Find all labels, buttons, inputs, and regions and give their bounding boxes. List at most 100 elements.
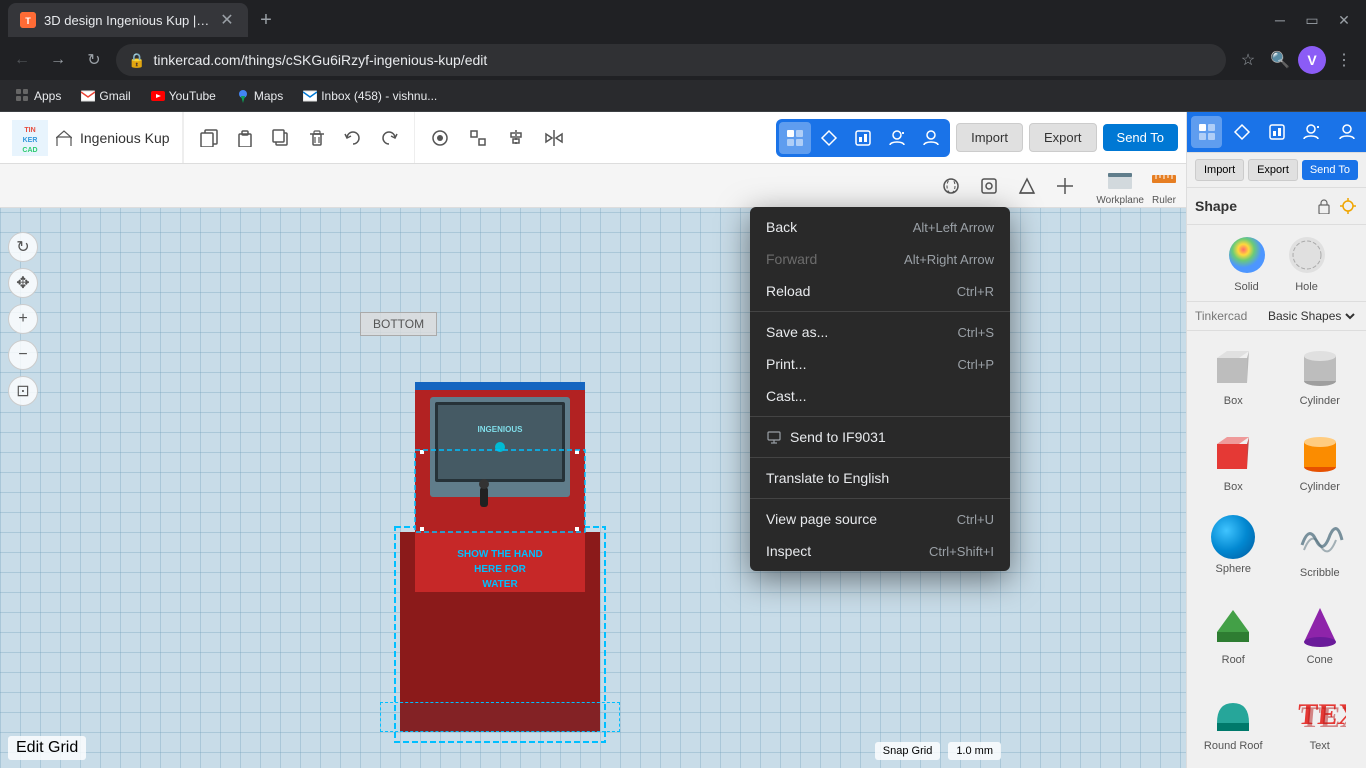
shape-item-round-roof[interactable]: Round Roof — [1191, 680, 1276, 764]
rp-grid-icon-svg — [1198, 123, 1216, 141]
minimize-button[interactable]: ─ — [1266, 6, 1294, 34]
rp-user-add-icon-svg — [1303, 123, 1321, 141]
close-window-button[interactable]: ✕ — [1330, 6, 1358, 34]
rp-sim-icon[interactable] — [1261, 116, 1292, 148]
import-button[interactable]: Import — [956, 123, 1023, 152]
scribble-icon — [1294, 515, 1346, 563]
shape-item-cylinder-orange[interactable]: Cylinder — [1278, 421, 1363, 505]
shape-cone-label: Cone — [1307, 654, 1333, 666]
ctx-save-as[interactable]: Save as... Ctrl+S — [750, 316, 1010, 348]
fit-button[interactable]: ⊡ — [8, 376, 38, 406]
panel-export-button[interactable]: Export — [1248, 159, 1298, 181]
shape-tool-3[interactable] — [1010, 169, 1044, 203]
bookmark-gmail[interactable]: Gmail — [73, 85, 138, 107]
user-manage-button[interactable] — [881, 122, 913, 154]
ctx-forward[interactable]: Forward Alt+Right Arrow — [750, 243, 1010, 275]
delete-button[interactable] — [300, 121, 334, 155]
box-red-icon — [1207, 429, 1259, 477]
shape-item-box-red[interactable]: Box — [1191, 421, 1276, 505]
panel-action-buttons: Import Export Send To — [1187, 153, 1366, 188]
zoom-in-button[interactable]: + — [8, 304, 38, 334]
ctx-send-to[interactable]: Send to IF9031 — [750, 421, 1010, 453]
lock-shape-button[interactable] — [1314, 196, 1334, 216]
ctx-reload[interactable]: Reload Ctrl+R — [750, 275, 1010, 307]
cone-icon — [1294, 602, 1346, 650]
tinkercad-header: TIN KER CAD Ingenious Kup — [0, 112, 1186, 164]
undo-button[interactable] — [336, 121, 370, 155]
grid-view-button[interactable] — [779, 122, 811, 154]
mirror-button[interactable] — [537, 121, 571, 155]
rp-grid-icon[interactable] — [1191, 116, 1222, 148]
shape-item-roof[interactable]: Roof — [1191, 594, 1276, 678]
rp-user-add-icon[interactable] — [1296, 116, 1327, 148]
light-button[interactable] — [1338, 196, 1358, 216]
ctx-view-source[interactable]: View page source Ctrl+U — [750, 503, 1010, 535]
roof-icon — [1207, 602, 1259, 650]
user-avatar[interactable]: V — [1298, 46, 1326, 74]
ctx-inspect[interactable]: Inspect Ctrl+Shift+I — [750, 535, 1010, 567]
ctx-back[interactable]: Back Alt+Left Arrow — [750, 211, 1010, 243]
reload-button[interactable]: ↻ — [80, 46, 108, 74]
ctx-cast[interactable]: Cast... — [750, 380, 1010, 412]
svg-text:INGENIOUS: INGENIOUS — [478, 425, 524, 434]
tab-close-button[interactable]: ✕ — [218, 11, 236, 29]
solid-type-button[interactable]: Solid — [1225, 233, 1269, 293]
shape-library-dropdown[interactable]: Basic Shapes — [1264, 308, 1358, 324]
forward-button[interactable]: → — [44, 46, 72, 74]
panel-send-to-button[interactable]: Send To — [1302, 160, 1358, 180]
active-tab[interactable]: T 3D design Ingenious Kup | Tinker... ✕ — [8, 3, 248, 37]
shape-tool-1[interactable] — [934, 169, 968, 203]
align-button[interactable] — [499, 121, 533, 155]
shape-tool-2[interactable] — [972, 169, 1006, 203]
search-button[interactable]: 🔍 — [1266, 46, 1294, 74]
shape-item-cone[interactable]: Cone — [1278, 594, 1363, 678]
send-to-button[interactable]: Send To — [1103, 124, 1178, 151]
ruler-button[interactable]: Ruler — [1150, 165, 1178, 206]
hole-type-button[interactable]: Hole — [1285, 233, 1329, 293]
transform-button[interactable] — [813, 122, 845, 154]
new-tab-button[interactable]: + — [252, 6, 280, 34]
rp-user-icon[interactable] — [1331, 116, 1362, 148]
ctx-translate[interactable]: Translate to English — [750, 462, 1010, 494]
bookmark-maps[interactable]: Maps — [228, 85, 291, 107]
project-name: Ingenious Kup — [80, 130, 170, 146]
tab-title: 3D design Ingenious Kup | Tinker... — [44, 13, 210, 28]
workplane-button[interactable]: Workplane — [1096, 165, 1144, 206]
url-bar[interactable]: 🔒 tinkercad.com/things/cSKGu6iRzyf-ingen… — [116, 44, 1226, 76]
export-button[interactable]: Export — [1029, 123, 1097, 152]
paste-button[interactable] — [228, 121, 262, 155]
shape-item-sphere[interactable]: Sphere — [1191, 507, 1276, 591]
zoom-out-button[interactable]: − — [8, 340, 38, 370]
duplicate-button[interactable] — [264, 121, 298, 155]
simulation-button[interactable] — [847, 122, 879, 154]
text-3d-icon: TEXT TEXT — [1294, 688, 1346, 736]
user-profile-button[interactable] — [915, 122, 947, 154]
shape-tool-4[interactable] — [1048, 169, 1082, 203]
rotate-button[interactable]: ↻ — [8, 232, 38, 262]
maximize-button[interactable]: ▭ — [1298, 6, 1326, 34]
canvas-area[interactable]: TIN KER CAD Ingenious Kup — [0, 112, 1186, 768]
rp-transform-icon[interactable] — [1226, 116, 1257, 148]
3d-object-container: BOTTOM — [360, 312, 640, 732]
bookmarks-star-button[interactable]: ☆ — [1234, 46, 1262, 74]
bookmark-apps[interactable]: Apps — [8, 85, 69, 107]
cylinder-gray-icon — [1294, 343, 1346, 391]
shape-item-scribble[interactable]: Scribble — [1278, 507, 1363, 591]
copy-button[interactable] — [192, 121, 226, 155]
edit-grid-button[interactable]: Edit Grid — [8, 736, 86, 760]
shape-item-cylinder-gray[interactable]: Cylinder — [1278, 335, 1363, 419]
panel-import-button[interactable]: Import — [1195, 159, 1244, 181]
back-button[interactable]: ← — [8, 46, 36, 74]
shape-item-text[interactable]: TEXT TEXT Text — [1278, 680, 1363, 764]
menu-button[interactable]: ⋮ — [1330, 46, 1358, 74]
ctx-print[interactable]: Print... Ctrl+P — [750, 348, 1010, 380]
tab-bar: T 3D design Ingenious Kup | Tinker... ✕ … — [0, 0, 1366, 40]
tinkercad-logo: TIN KER CAD — [12, 120, 48, 156]
redo-button[interactable] — [372, 121, 406, 155]
bookmark-youtube[interactable]: YouTube — [143, 85, 224, 107]
shape-item-box-gray[interactable]: Box — [1191, 335, 1276, 419]
group-button[interactable] — [423, 121, 457, 155]
bookmark-inbox[interactable]: Inbox (458) - vishnu... — [295, 85, 445, 107]
pan-button[interactable]: ✥ — [8, 268, 38, 298]
ungroup-button[interactable] — [461, 121, 495, 155]
